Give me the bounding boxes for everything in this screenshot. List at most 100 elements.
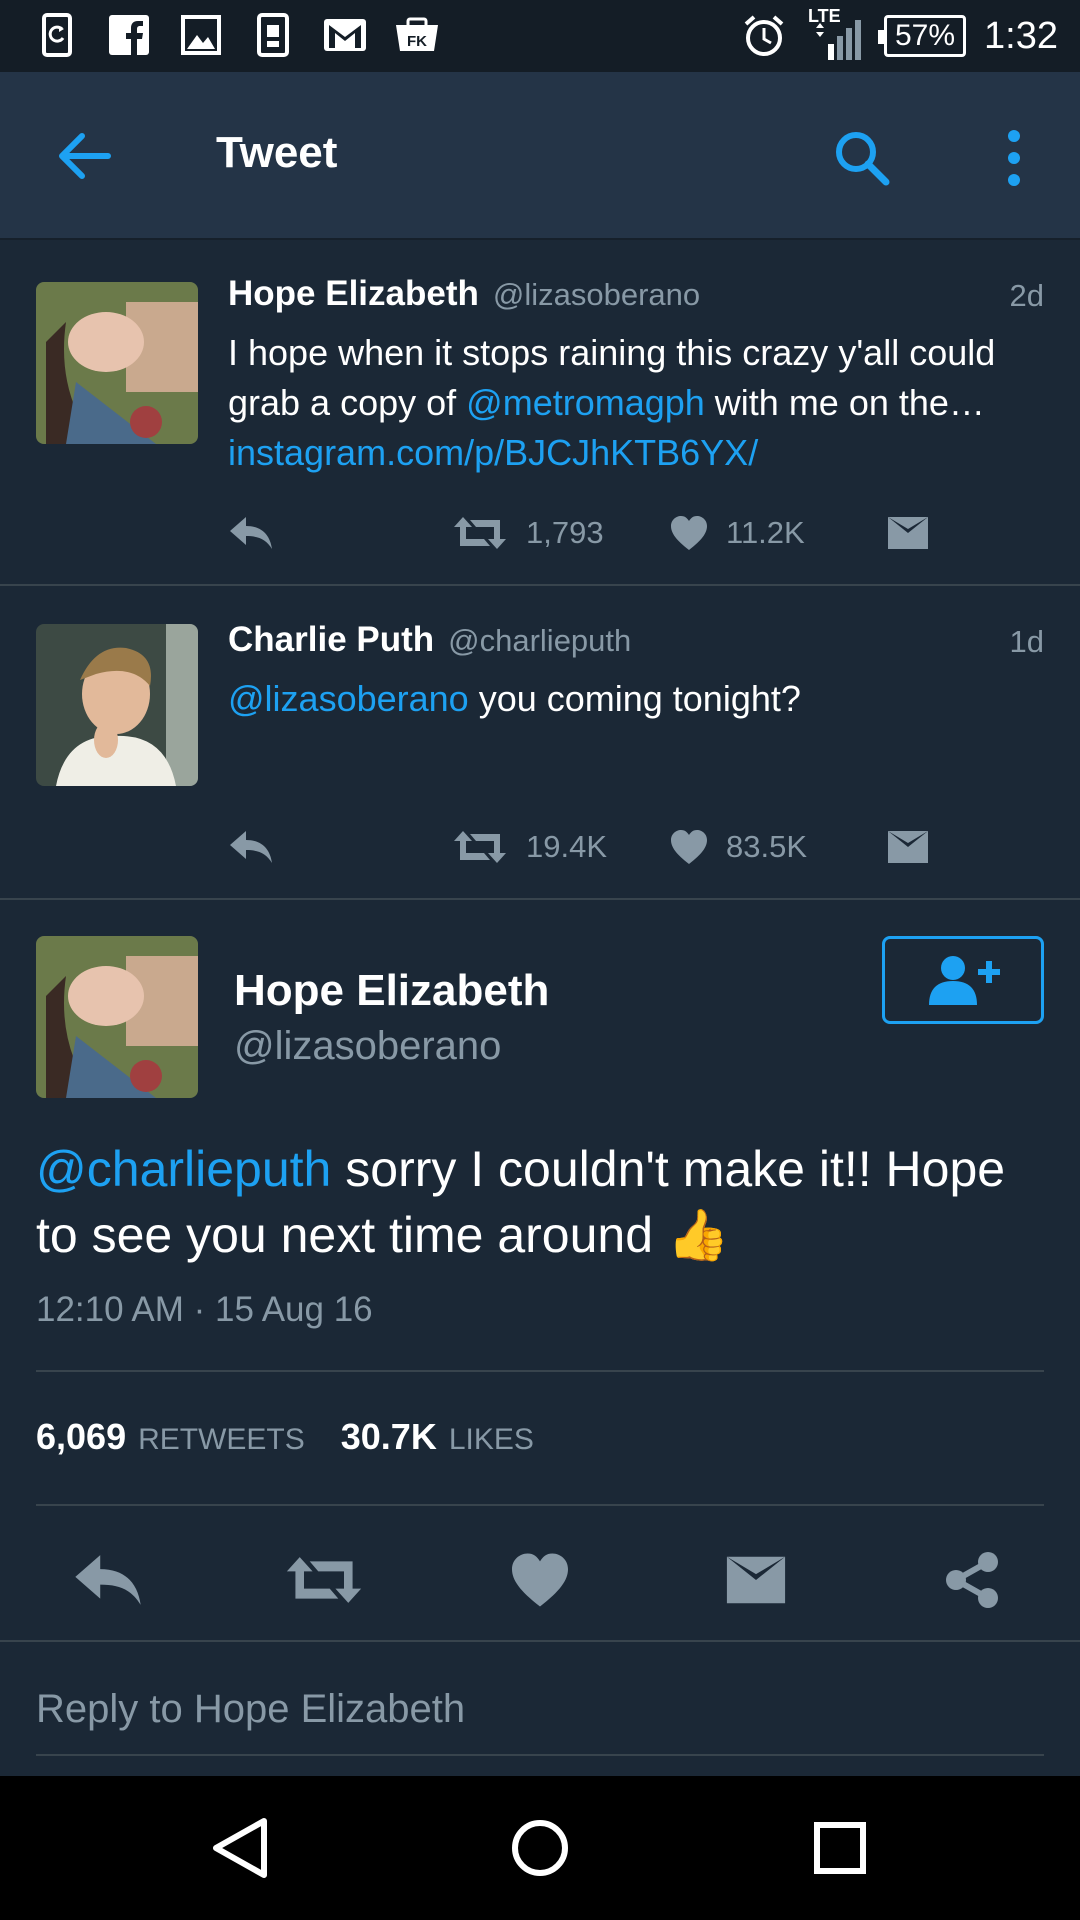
tweet-item[interactable]: Charlie Puth @charlieputh 1d @lizasobera… — [0, 586, 1080, 900]
gallery-icon — [178, 12, 224, 58]
tweet-timestamp: 12:10 AM · 15 Aug 16 — [36, 1290, 373, 1329]
thumbs-up-emoji: 👍 — [666, 1207, 730, 1263]
author-handle[interactable]: @lizasoberano — [234, 1024, 501, 1069]
main-tweet-text: @charlieputh sorry I couldn't make it!! … — [36, 1136, 1046, 1268]
envelope-icon — [888, 517, 928, 549]
like-button[interactable]: 83.5K — [670, 822, 807, 872]
tweet-text: I hope when it stops raining this crazy … — [228, 328, 1048, 478]
add-user-icon — [929, 956, 1000, 1005]
tweet-text-part: with me on the… — [704, 382, 985, 423]
triangle-back-icon — [213, 1818, 267, 1878]
reply-composer — [0, 1640, 1080, 1776]
like-label: LIKES — [448, 1423, 534, 1456]
signal-icon — [815, 20, 861, 60]
retweet-button[interactable]: 1,793 — [452, 508, 604, 558]
system-navigation-bar — [0, 1776, 1080, 1920]
retweet-count: 1,793 — [526, 515, 604, 550]
reply-input[interactable] — [36, 1664, 1044, 1756]
avatar[interactable] — [36, 282, 198, 444]
like-count: 11.2K — [726, 515, 805, 550]
retweet-icon — [454, 831, 506, 863]
main-tweet-actions — [0, 1540, 1080, 1620]
retweet-button[interactable] — [284, 1540, 364, 1620]
avatar[interactable] — [36, 624, 198, 786]
direct-message-button[interactable] — [716, 1540, 796, 1620]
reply-icon — [75, 1555, 141, 1605]
phone-sim-icon — [250, 12, 296, 58]
overflow-menu-button[interactable] — [990, 126, 1038, 190]
battery-indicator: 57% — [877, 15, 967, 57]
tweet-header: Charlie Puth @charlieputh — [228, 620, 631, 660]
flipkart-icon: FK — [394, 12, 440, 58]
tweet-header: Hope Elizabeth @lizasoberano — [228, 274, 700, 314]
search-icon — [836, 132, 890, 186]
system-status: LTE 57% 1:32 — [742, 6, 1058, 64]
retweet-icon — [286, 1557, 362, 1603]
tweet-time: 1d — [1009, 624, 1044, 659]
heart-icon — [671, 516, 707, 550]
svg-text:FK: FK — [407, 33, 427, 50]
back-button[interactable] — [52, 124, 116, 188]
tweet-time: 2d — [1009, 278, 1044, 313]
direct-message-button[interactable] — [886, 822, 930, 872]
retweet-label: RETWEETS — [138, 1423, 305, 1456]
tweet-item[interactable]: Hope Elizabeth @lizasoberano 2d I hope w… — [0, 240, 1080, 586]
envelope-icon — [726, 1556, 786, 1604]
author-handle[interactable]: @lizasoberano — [493, 277, 700, 313]
like-count: 83.5K — [726, 829, 808, 864]
retweet-count: 19.4K — [526, 829, 608, 864]
share-icon — [946, 1552, 998, 1608]
retweet-button[interactable]: 19.4K — [452, 822, 607, 872]
reply-button[interactable] — [228, 822, 274, 872]
like-button[interactable]: 11.2K — [670, 508, 805, 558]
share-button[interactable] — [932, 1540, 1012, 1620]
heart-icon — [512, 1553, 568, 1607]
nav-recents-button[interactable] — [804, 1812, 876, 1884]
circle-home-icon — [512, 1820, 568, 1876]
signal-indicator: LTE — [804, 6, 866, 62]
retweet-icon — [454, 517, 506, 549]
author-name[interactable]: Charlie Puth — [228, 620, 434, 660]
url-link[interactable]: instagram.com/p/BJCJhKTB6YX/ — [228, 432, 758, 473]
follow-button[interactable] — [882, 936, 1044, 1024]
app-bar: Tweet — [0, 72, 1080, 240]
retweet-total[interactable]: 6,069 — [36, 1416, 126, 1458]
tweet-actions: 1,793 11.2K — [228, 508, 988, 558]
envelope-icon — [888, 831, 928, 863]
more-vertical-icon — [1008, 130, 1020, 186]
mention-link[interactable]: @metromagph — [466, 382, 705, 423]
alarm-icon — [744, 15, 784, 56]
battery-percent: 57% — [894, 19, 956, 52]
reply-button[interactable] — [68, 1540, 148, 1620]
status-bar: FK LTE 57% 1:32 — [0, 0, 1080, 72]
mention-link[interactable]: @lizasoberano — [228, 678, 469, 719]
sync-app-icon — [34, 12, 80, 58]
reply-button[interactable] — [228, 508, 274, 558]
like-button[interactable] — [500, 1540, 580, 1620]
page-title: Tweet — [216, 128, 338, 177]
heart-icon — [671, 830, 707, 864]
divider — [36, 1504, 1044, 1506]
engagement-counts: 6,069 RETWEETS 30.7K LIKES — [36, 1416, 558, 1458]
tweet-text-part: you coming tonight? — [468, 678, 801, 719]
reply-icon — [230, 831, 272, 863]
notification-icons: FK — [34, 12, 440, 58]
reply-icon — [230, 517, 272, 549]
arrow-left-icon — [59, 133, 111, 179]
square-recents-icon — [814, 1822, 866, 1874]
divider — [36, 1370, 1044, 1372]
search-button[interactable] — [830, 126, 894, 190]
avatar[interactable] — [36, 936, 198, 1098]
author-name[interactable]: Hope Elizabeth — [234, 966, 549, 1016]
like-total[interactable]: 30.7K — [341, 1416, 437, 1458]
nav-home-button[interactable] — [504, 1812, 576, 1884]
author-handle[interactable]: @charlieputh — [448, 623, 631, 659]
direct-message-button[interactable] — [886, 508, 930, 558]
nav-back-button[interactable] — [204, 1812, 276, 1884]
gmail-icon — [322, 12, 368, 58]
author-name[interactable]: Hope Elizabeth — [228, 274, 479, 314]
tweet-text: @lizasoberano you coming tonight? — [228, 674, 1048, 724]
mention-link[interactable]: @charlieputh — [36, 1141, 331, 1197]
tweet-actions: 19.4K 83.5K — [228, 822, 988, 872]
facebook-icon — [106, 12, 152, 58]
